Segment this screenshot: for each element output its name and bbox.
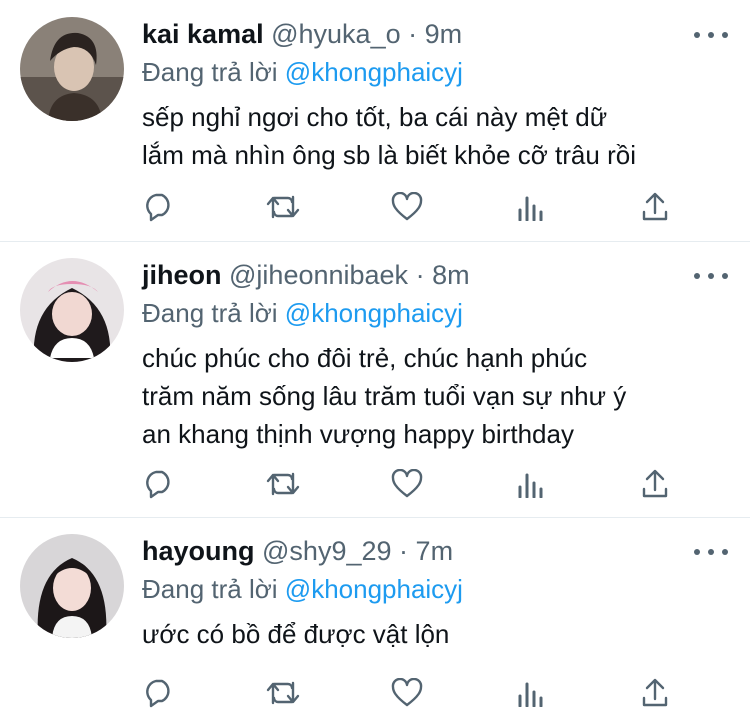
- tweet-text-line: chúc phúc cho đôi trẻ, chúc hạnh phúc: [142, 343, 588, 373]
- share-icon[interactable]: [638, 676, 672, 710]
- tweet-card[interactable]: hayoung @shy9_29 · 7m Đang trả lời @khon…: [0, 518, 750, 728]
- share-icon[interactable]: [638, 467, 672, 501]
- more-icon[interactable]: [694, 25, 728, 45]
- action-bar: [142, 467, 672, 501]
- replying-label: Đang trả lời: [142, 574, 278, 604]
- like-icon[interactable]: [390, 190, 424, 224]
- timestamp[interactable]: 7m: [416, 536, 454, 566]
- action-bar: [142, 676, 672, 710]
- replying-to: Đang trả lời @khongphaicyj: [142, 572, 463, 606]
- retweet-icon[interactable]: [266, 190, 300, 224]
- tweet-text-line: sếp nghỉ ngơi cho tốt, ba cái này mệt dữ: [142, 102, 608, 132]
- tweet-text: sếp nghỉ ngơi cho tốt, ba cái này mệt dữ…: [142, 98, 710, 174]
- replying-to: Đang trả lời @khongphaicyj: [142, 296, 463, 330]
- tweet-card[interactable]: kai kamal @hyuka_o · 9m Đang trả lời @kh…: [0, 0, 750, 242]
- tweet-text-line: trăm năm sống lâu trăm tuổi vạn sự như ý: [142, 381, 627, 411]
- tweet-text-line: an khang thịnh vượng happy birthday: [142, 419, 574, 449]
- tweet-text-line: lắm mà nhìn ông sb là biết khỏe cỡ trâu …: [142, 140, 636, 170]
- tweet-text: ước có bồ để được vật lộn: [142, 615, 710, 653]
- share-icon[interactable]: [638, 190, 672, 224]
- views-icon[interactable]: [514, 676, 548, 710]
- separator-dot: ·: [415, 260, 425, 290]
- tweet-text: chúc phúc cho đôi trẻ, chúc hạnh phúc tr…: [142, 339, 710, 453]
- reply-icon[interactable]: [142, 467, 176, 501]
- timestamp[interactable]: 8m: [432, 260, 470, 290]
- timestamp[interactable]: 9m: [425, 19, 463, 49]
- avatar[interactable]: [20, 534, 124, 638]
- tweet-card[interactable]: jiheon @jiheonnibaek · 8m Đang trả lời @…: [0, 242, 750, 518]
- more-icon[interactable]: [694, 542, 728, 562]
- replying-to: Đang trả lời @khongphaicyj: [142, 55, 463, 89]
- mention-link[interactable]: @khongphaicyj: [285, 574, 463, 604]
- reply-icon[interactable]: [142, 190, 176, 224]
- tweet-text-line: ước có bồ để được vật lộn: [142, 619, 450, 649]
- user-handle[interactable]: @hyuka_o: [271, 19, 401, 49]
- separator-dot: ·: [399, 536, 409, 566]
- avatar[interactable]: [20, 258, 124, 362]
- replying-label: Đang trả lời: [142, 298, 278, 328]
- replying-label: Đang trả lời: [142, 57, 278, 87]
- separator-dot: ·: [408, 19, 418, 49]
- action-bar: [142, 190, 672, 224]
- avatar[interactable]: [20, 17, 124, 121]
- display-name[interactable]: kai kamal: [142, 19, 264, 49]
- user-handle[interactable]: @shy9_29: [262, 536, 392, 566]
- retweet-icon[interactable]: [266, 467, 300, 501]
- like-icon[interactable]: [390, 676, 424, 710]
- user-handle[interactable]: @jiheonnibaek: [229, 260, 408, 290]
- like-icon[interactable]: [390, 467, 424, 501]
- more-icon[interactable]: [694, 266, 728, 286]
- reply-icon[interactable]: [142, 676, 176, 710]
- mention-link[interactable]: @khongphaicyj: [285, 298, 463, 328]
- views-icon[interactable]: [514, 190, 548, 224]
- display-name[interactable]: jiheon: [142, 260, 222, 290]
- retweet-icon[interactable]: [266, 676, 300, 710]
- views-icon[interactable]: [514, 467, 548, 501]
- mention-link[interactable]: @khongphaicyj: [285, 57, 463, 87]
- display-name[interactable]: hayoung: [142, 536, 255, 566]
